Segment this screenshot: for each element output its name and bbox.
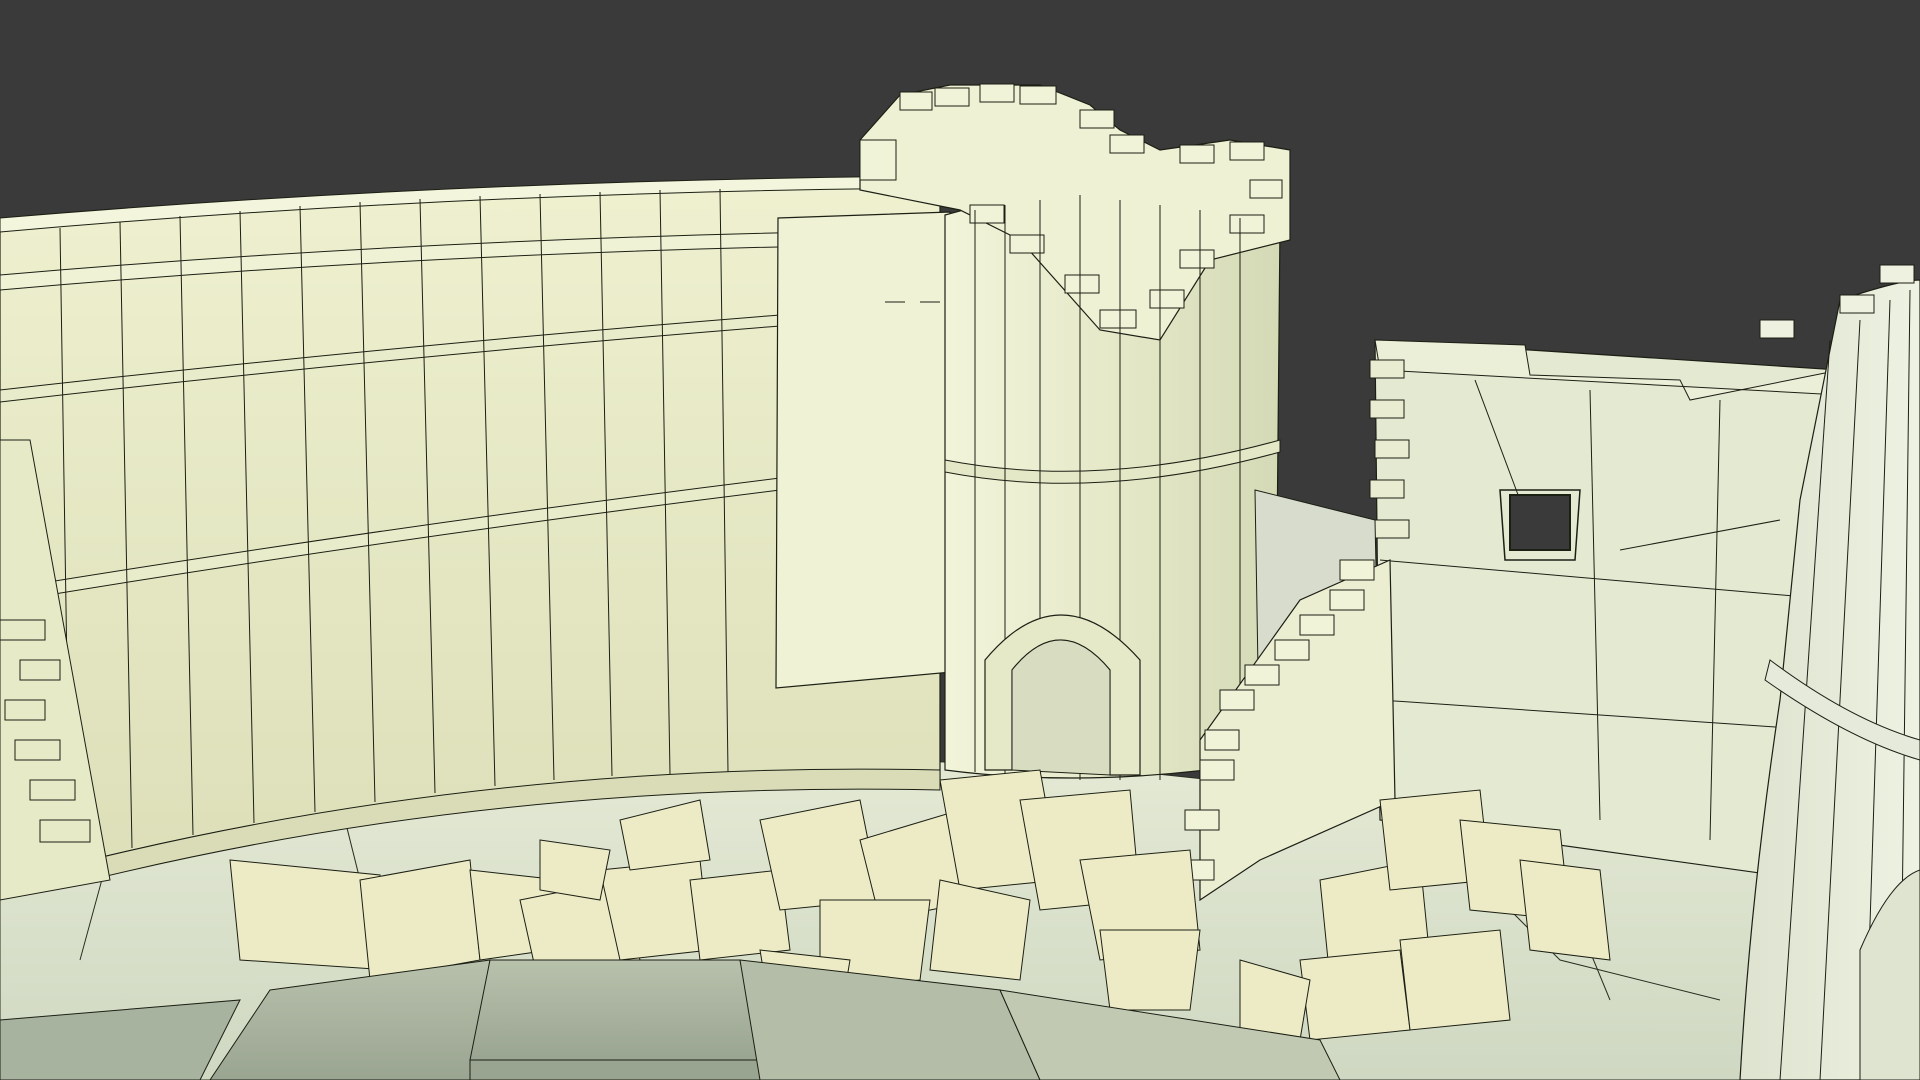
- window-opening: [1509, 494, 1571, 551]
- flat-panel: [775, 211, 953, 689]
- castle-ruin-scene: [0, 0, 1920, 1080]
- 3d-viewport[interactable]: [0, 0, 1920, 1080]
